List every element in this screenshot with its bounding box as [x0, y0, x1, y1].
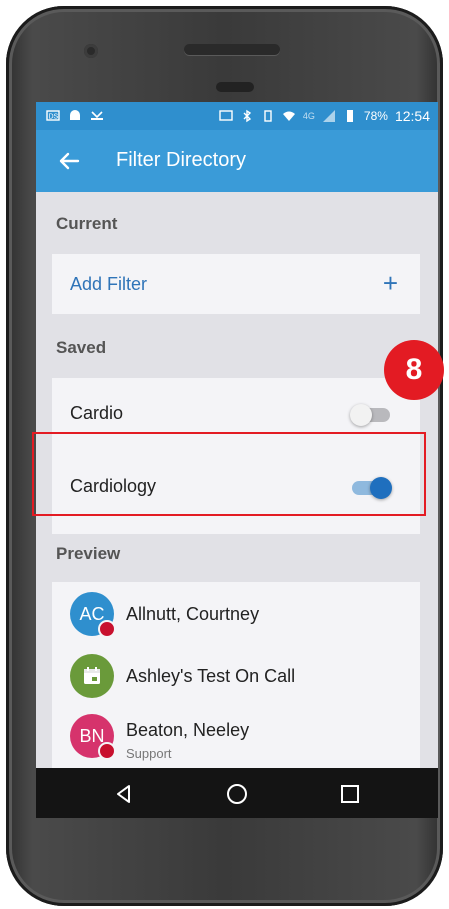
contact-name: Beaton, Neeley: [126, 720, 250, 740]
add-filter-row[interactable]: Add Filter +: [52, 254, 420, 314]
cast-icon: [219, 110, 233, 121]
battery-icon: [346, 110, 353, 122]
section-label-saved: Saved: [56, 338, 107, 357]
presence-dot: [98, 742, 116, 760]
avatar: BN: [70, 714, 116, 760]
avatar: [70, 654, 114, 698]
presence-dot: [98, 620, 116, 638]
battery-percent: 78%: [363, 109, 388, 123]
contact-name: Ashley's Test On Call: [126, 666, 296, 686]
notification-ds-icon: DS: [46, 110, 60, 121]
arrow-left-icon[interactable]: [56, 148, 82, 174]
highlight-box: [32, 432, 426, 516]
clock: 12:54: [394, 108, 430, 124]
earpiece-speaker: [184, 44, 280, 55]
app-bar: Filter Directory: [36, 130, 438, 192]
missed-call-icon: [91, 111, 103, 120]
plus-icon[interactable]: +: [383, 268, 398, 299]
svg-text:DS: DS: [49, 114, 59, 121]
back-triangle-icon[interactable]: [112, 782, 136, 806]
list-item[interactable]: BN Beaton, Neeley Support: [52, 706, 420, 768]
status-left-icons: DS: [46, 108, 104, 122]
bluetooth-icon: [243, 109, 252, 123]
vibrate-icon: [264, 110, 272, 122]
contact-name: Allnutt, Courtney: [126, 604, 260, 624]
contact-subtitle: Support: [126, 746, 172, 761]
avatar: AC: [70, 592, 116, 638]
home-circle-icon[interactable]: [225, 782, 249, 806]
cardio-toggle[interactable]: [350, 404, 390, 426]
android-icon: [70, 110, 80, 120]
saved-filter-label: Cardio: [70, 403, 124, 423]
status-right-icons: 4G 78% 12:54: [219, 108, 430, 124]
status-bar: DS 4G 78% 12:54: [36, 102, 438, 130]
page-title: Filter Directory: [116, 149, 247, 171]
signal-icon: [322, 110, 335, 122]
toggle-knob: [350, 404, 372, 426]
section-label-preview: Preview: [56, 544, 121, 563]
preview-list: AC Allnutt, Courtney Ashley's Test On Ca…: [52, 582, 420, 768]
step-badge: 8: [384, 340, 444, 400]
add-filter-label: Add Filter: [70, 274, 148, 294]
wifi-icon: [282, 111, 295, 121]
android-nav-bar: [36, 768, 438, 818]
sensor-slot: [216, 82, 254, 92]
list-item[interactable]: Ashley's Test On Call: [52, 644, 420, 706]
network-type-label: 4G: [302, 111, 315, 121]
section-label-current: Current: [56, 214, 118, 233]
calendar-icon: [84, 667, 100, 684]
recents-square-icon[interactable]: [338, 782, 362, 806]
list-item[interactable]: AC Allnutt, Courtney: [52, 582, 420, 644]
front-camera: [84, 44, 98, 58]
